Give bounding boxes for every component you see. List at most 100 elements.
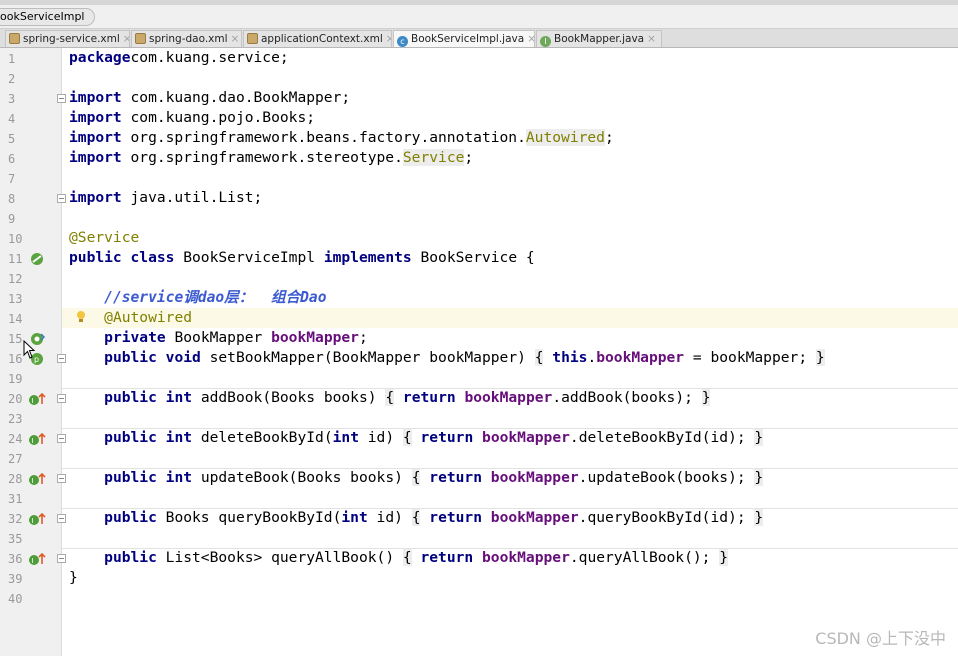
code-line[interactable] [62, 408, 958, 428]
code-token: org.springframework.beans.factory.annota… [121, 129, 526, 146]
implements-method-icon[interactable]: I [28, 392, 46, 406]
code-line[interactable]: //service调dao层： 组合Dao [62, 288, 958, 308]
close-icon[interactable]: × [647, 33, 656, 45]
code-token: List<Books> queryAllBook() [156, 549, 403, 566]
code-line[interactable] [62, 528, 958, 548]
code-editor[interactable]: packagecom.kuang.service; import com.kuan… [62, 48, 958, 656]
code-line[interactable]: public int updateBook(Books books) { ret… [62, 468, 958, 488]
tab-applicationcontext-xml[interactable]: applicationContext.xml× [243, 30, 392, 47]
line-number: 6 [8, 152, 16, 166]
tab-bookmapper-java[interactable]: I BookMapper.java × [536, 30, 662, 47]
xml-file-icon [9, 33, 20, 44]
code-line[interactable] [62, 208, 958, 228]
code-line[interactable]: import com.kuang.dao.BookMapper; [62, 88, 958, 108]
spring-bean-icon[interactable] [30, 252, 44, 266]
tab-spring-service-xml[interactable]: spring-service.xml× [5, 30, 130, 47]
code-text: @Service [69, 228, 139, 248]
fold-marker-icon[interactable] [57, 554, 66, 563]
code-line[interactable] [62, 368, 958, 388]
code-token: } [69, 569, 78, 586]
code-line[interactable]: @Service [62, 228, 958, 248]
code-token: bookMapper [271, 329, 359, 346]
implements-method-icon[interactable]: I [28, 552, 46, 566]
line-number: 2 [8, 72, 16, 86]
tab-bookserviceimpl-java[interactable]: cBookServiceImpl.java× [393, 30, 535, 47]
code-text: public void setBookMapper(BookMapper boo… [69, 348, 825, 368]
code-line[interactable]: public Books queryBookById(int id) { ret… [62, 508, 958, 528]
code-token: .updateBook(books); [578, 469, 755, 486]
implements-method-icon[interactable]: I [28, 432, 46, 446]
fold-marker-icon[interactable] [57, 354, 66, 363]
code-token: ; [464, 149, 474, 166]
code-token: return [402, 389, 456, 406]
code-line[interactable] [62, 68, 958, 88]
code-token: } [701, 389, 711, 406]
fold-marker-icon[interactable] [57, 514, 66, 523]
code-token: } [754, 469, 764, 486]
code-token: .queryBookById(id); [578, 509, 755, 526]
implements-method-icon[interactable]: I [28, 472, 46, 486]
code-line[interactable]: public class BookServiceImpl implements … [62, 248, 958, 268]
code-line[interactable]: public List<Books> queryAllBook() { retu… [62, 548, 958, 568]
tab-spring-dao-xml[interactable]: spring-dao.xml × [131, 30, 242, 47]
code-line[interactable]: public int deleteBookById(int id) { retu… [62, 428, 958, 448]
line-number: 7 [8, 172, 16, 186]
line-number: 23 [8, 412, 23, 426]
code-line[interactable]: } [62, 568, 958, 588]
code-line[interactable] [62, 588, 958, 608]
line-number: 12 [8, 272, 23, 286]
breadcrumb-item[interactable]: ookServiceImpl [0, 8, 96, 26]
fold-marker-icon[interactable] [57, 394, 66, 403]
code-token: java.util.List; [121, 189, 263, 206]
fold-marker-icon[interactable] [57, 434, 66, 443]
tab-label: applicationContext.xml [261, 33, 383, 45]
code-line[interactable]: @Autowired [62, 308, 958, 328]
code-line[interactable]: public void setBookMapper(BookMapper boo… [62, 348, 958, 368]
lightbulb-icon[interactable] [75, 310, 87, 324]
code-token: bookMapper [464, 389, 553, 406]
code-line[interactable]: import org.springframework.stereotype.Se… [62, 148, 958, 168]
line-number: 19 [8, 372, 23, 386]
code-token: BookServiceImpl [174, 249, 324, 266]
line-number: 5 [8, 132, 16, 146]
code-token: public int [104, 469, 193, 486]
code-line[interactable] [62, 488, 958, 508]
line-number: 3 [8, 92, 16, 106]
code-line[interactable]: packagecom.kuang.service; [62, 48, 958, 68]
fold-marker-icon[interactable] [57, 474, 66, 483]
tab-label: BookServiceImpl.java [411, 33, 525, 45]
code-token: Autowired [525, 129, 605, 146]
method-separator [62, 388, 958, 389]
code-token: private [104, 329, 166, 346]
code-token: .queryAllBook(); [569, 549, 720, 566]
code-token: import [69, 149, 122, 166]
code-line[interactable]: import org.springframework.beans.factory… [62, 128, 958, 148]
code-token: com.kuang.service; [130, 49, 289, 66]
close-icon[interactable]: × [231, 33, 240, 45]
code-line[interactable]: import java.util.List; [62, 188, 958, 208]
code-line[interactable] [62, 268, 958, 288]
close-icon[interactable]: × [386, 33, 391, 45]
code-token: bookMapper [482, 549, 570, 566]
code-line[interactable] [62, 168, 958, 188]
close-icon[interactable]: × [123, 33, 129, 45]
code-line[interactable]: import com.kuang.pojo.Books; [62, 108, 958, 128]
code-token: setBookMapper(BookMapper bookMapper) [200, 349, 535, 366]
code-token: BookService { [411, 249, 535, 266]
fold-marker-icon[interactable] [57, 194, 66, 203]
tab-label: spring-dao.xml [149, 33, 228, 45]
code-line[interactable]: private BookMapper bookMapper; [62, 328, 958, 348]
code-token: ; [604, 129, 614, 146]
code-line[interactable] [62, 448, 958, 468]
line-number: 4 [8, 112, 16, 126]
close-icon[interactable]: × [527, 33, 534, 45]
implements-method-icon[interactable]: I [28, 512, 46, 526]
line-number: 10 [8, 232, 23, 246]
fold-marker-icon[interactable] [57, 94, 66, 103]
line-number: 39 [8, 572, 23, 586]
code-line[interactable]: public int addBook(Books books) { return… [62, 388, 958, 408]
